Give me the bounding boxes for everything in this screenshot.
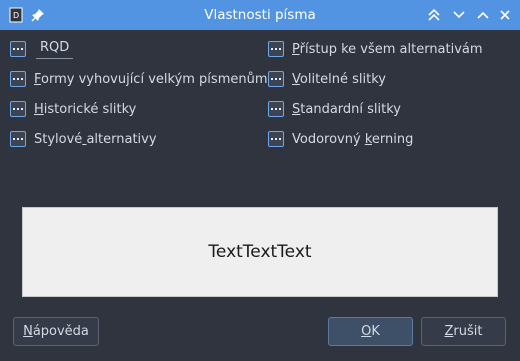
feature-discretionary-ligatures[interactable]: Volitelné slitky — [268, 68, 386, 90]
feature-label: Standardní slitky — [292, 101, 401, 117]
preview-text: TextTextText — [208, 242, 312, 262]
ok-button[interactable]: OK — [328, 317, 413, 346]
feature-stylistic-alternates[interactable]: Stylové alternativy — [10, 128, 157, 150]
feature-label: Vodorovný kerning — [292, 131, 414, 147]
minimize-icon[interactable] — [474, 6, 492, 24]
feature-menu-button[interactable] — [10, 41, 26, 57]
feature-label: Volitelné slitky — [292, 71, 386, 87]
font-preview: TextTextText — [22, 207, 498, 297]
cancel-button-label: Zrušit — [444, 324, 483, 339]
feature-label: Přístup ke všem alternativám — [292, 41, 483, 57]
help-button-label: Nápověda — [23, 324, 89, 339]
feature-label: RQD — [36, 40, 74, 59]
feature-menu-button[interactable] — [268, 71, 284, 87]
feature-menu-button[interactable] — [268, 131, 284, 147]
feature-access-all-alternates[interactable]: Přístup ke všem alternativám — [268, 38, 483, 60]
close-icon[interactable] — [496, 6, 514, 24]
feature-standard-ligatures[interactable]: Standardní slitky — [268, 98, 401, 120]
feature-menu-button[interactable] — [10, 101, 26, 117]
feature-menu-button[interactable] — [10, 71, 26, 87]
feature-menu-button[interactable] — [268, 41, 284, 57]
title-bar[interactable]: D Vlastnosti písma — [0, 0, 520, 30]
feature-menu-button[interactable] — [268, 101, 284, 117]
ok-button-label: OK — [361, 324, 380, 339]
feature-horizontal-kerning[interactable]: Vodorovný kerning — [268, 128, 413, 150]
help-button[interactable]: Nápověda — [13, 317, 99, 346]
feature-label: Historické slitky — [34, 101, 137, 117]
feature-label: Stylové alternativy — [34, 131, 157, 147]
feature-label: Formy vyhovující velkým písmenům — [34, 71, 268, 87]
feature-menu-button[interactable] — [10, 131, 26, 147]
keep-above-icon[interactable] — [425, 6, 443, 24]
feature-historical-ligatures[interactable]: Historické slitky — [10, 98, 136, 120]
keep-below-icon[interactable] — [450, 6, 468, 24]
feature-rqd[interactable]: RQD — [10, 38, 74, 60]
cancel-button[interactable]: Zrušit — [421, 317, 506, 346]
feature-capital-forms[interactable]: Formy vyhovující velkým písmenům — [10, 68, 268, 90]
